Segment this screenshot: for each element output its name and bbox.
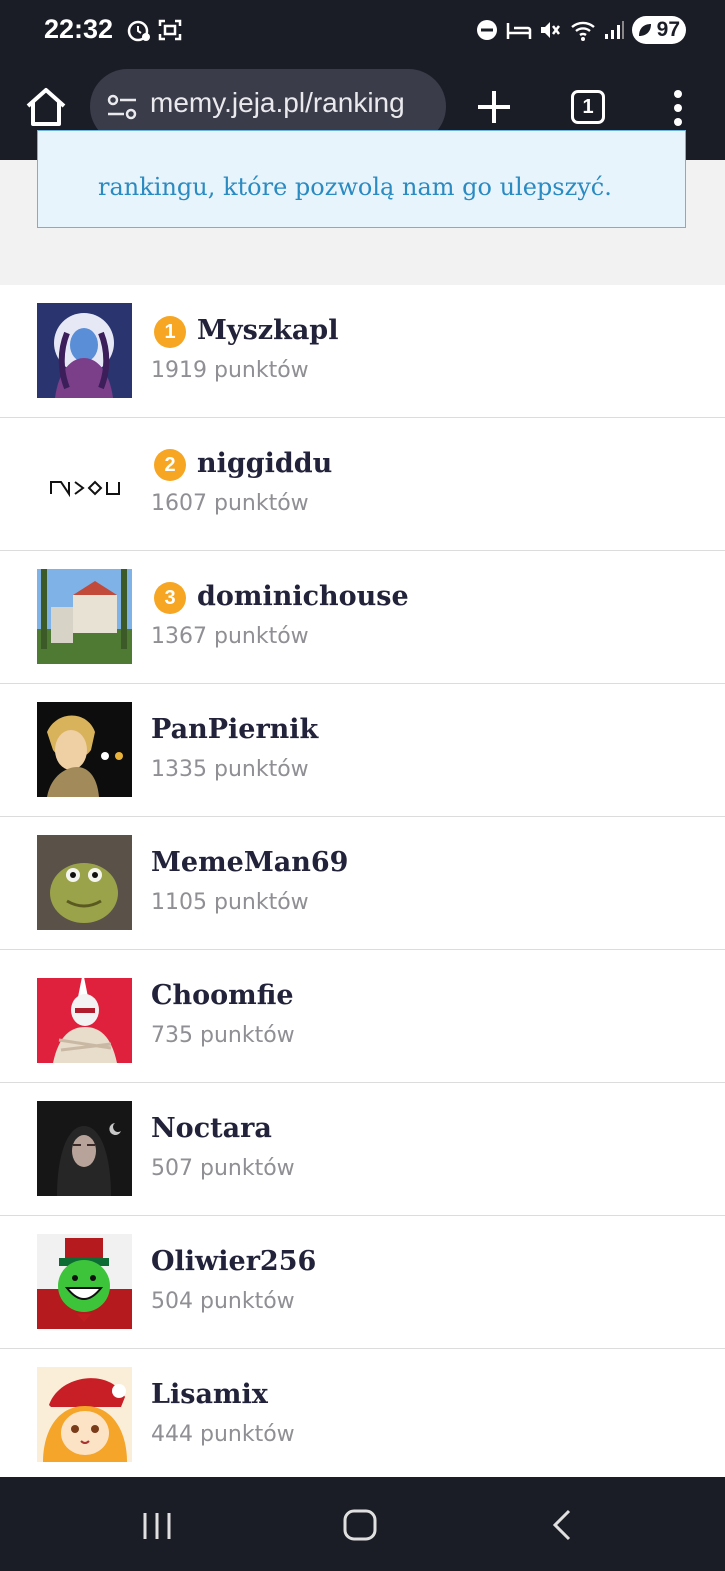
screenshot-icon bbox=[158, 16, 182, 44]
ranking-row[interactable]: Choomfie 735 punktów bbox=[0, 950, 725, 1083]
site-settings-icon[interactable] bbox=[106, 93, 138, 121]
rank-badge: 3 bbox=[154, 582, 186, 614]
points: 735 punktów bbox=[151, 1023, 295, 1048]
points: 504 punktów bbox=[151, 1289, 295, 1314]
points: 1105 punktów bbox=[151, 890, 309, 915]
avatar[interactable] bbox=[37, 1367, 132, 1462]
points: 1607 punktów bbox=[151, 491, 309, 516]
back-icon[interactable] bbox=[550, 1507, 574, 1543]
username[interactable]: niggiddu bbox=[197, 448, 332, 479]
sleep-mode-icon bbox=[506, 16, 532, 44]
dnd-icon bbox=[476, 16, 498, 44]
avatar[interactable] bbox=[37, 303, 132, 398]
ranking-row[interactable]: 1 Myszkapl 1919 punktów bbox=[0, 285, 725, 418]
rank-badge: 1 bbox=[154, 316, 186, 348]
points: 507 punktów bbox=[151, 1156, 295, 1181]
alarm-sync-icon bbox=[127, 16, 151, 44]
avatar[interactable] bbox=[37, 835, 132, 930]
ranking-row[interactable]: PanPiernik 1335 punktów bbox=[0, 684, 725, 817]
username[interactable]: dominichouse bbox=[197, 581, 409, 612]
ranking-list: 1 Myszkapl 1919 punktów 2 niggiddu 1607 … bbox=[0, 285, 725, 1477]
system-nav-bar bbox=[0, 1477, 725, 1571]
avatar[interactable] bbox=[37, 702, 132, 797]
battery-level: 97 bbox=[656, 18, 680, 41]
battery-icon: 97 bbox=[632, 16, 686, 44]
url-text: memy.jeja.pl/ranking bbox=[150, 87, 405, 118]
avatar[interactable] bbox=[37, 1101, 132, 1196]
points: 444 punktów bbox=[151, 1422, 295, 1447]
avatar[interactable] bbox=[37, 569, 132, 664]
username[interactable]: Oliwier256 bbox=[151, 1246, 316, 1277]
more-menu-icon[interactable] bbox=[670, 88, 686, 128]
clock: 22:32 bbox=[44, 14, 114, 44]
username[interactable]: MemeMan69 bbox=[151, 847, 348, 878]
notice-text: rankingu, które pozwolą nam go ulepszyć. bbox=[98, 173, 612, 201]
mute-icon bbox=[538, 16, 562, 44]
points: 1367 punktów bbox=[151, 624, 309, 649]
home-nav-icon[interactable] bbox=[342, 1507, 378, 1543]
points: 1919 punktów bbox=[151, 358, 309, 383]
info-notice: rankingu, które pozwolą nam go ulepszyć. bbox=[37, 130, 686, 228]
username[interactable]: Noctara bbox=[151, 1113, 272, 1144]
ranking-row[interactable]: Oliwier256 504 punktów bbox=[0, 1216, 725, 1349]
avatar[interactable] bbox=[37, 968, 132, 1063]
wifi-icon bbox=[570, 16, 598, 44]
points: 1335 punktów bbox=[151, 757, 309, 782]
username[interactable]: Myszkapl bbox=[197, 315, 338, 346]
rank-badge: 2 bbox=[154, 449, 186, 481]
username[interactable]: Lisamix bbox=[151, 1379, 268, 1410]
ranking-row[interactable]: Noctara 507 punktów bbox=[0, 1083, 725, 1216]
tab-switcher-button[interactable]: 1 bbox=[571, 90, 605, 124]
home-icon[interactable] bbox=[22, 82, 70, 132]
avatar[interactable] bbox=[37, 436, 132, 531]
ranking-row[interactable]: 2 niggiddu 1607 punktów bbox=[0, 418, 725, 551]
username[interactable]: Choomfie bbox=[151, 980, 294, 1011]
recent-apps-icon[interactable] bbox=[141, 1507, 173, 1543]
new-tab-icon[interactable] bbox=[474, 86, 514, 128]
tab-count: 1 bbox=[582, 95, 594, 118]
ranking-row[interactable]: Lisamix 444 punktów bbox=[0, 1349, 725, 1482]
status-bar: 22:32 97 bbox=[0, 0, 725, 60]
username[interactable]: PanPiernik bbox=[151, 714, 318, 745]
ranking-row[interactable]: 3 dominichouse 1367 punktów bbox=[0, 551, 725, 684]
avatar[interactable] bbox=[37, 1234, 132, 1329]
signal-icon bbox=[603, 16, 625, 44]
ranking-row[interactable]: MemeMan69 1105 punktów bbox=[0, 817, 725, 950]
